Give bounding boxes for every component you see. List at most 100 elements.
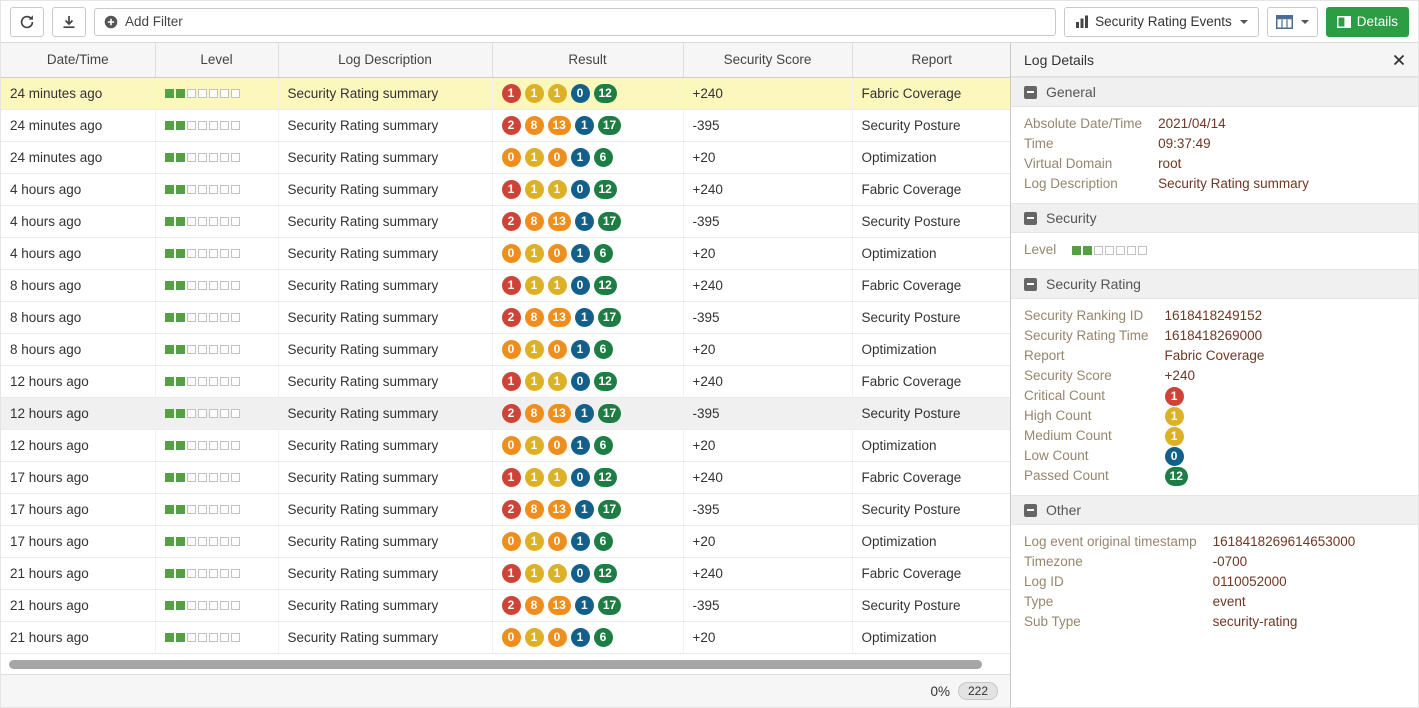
cell-level [155, 557, 278, 589]
table-row[interactable]: 4 hours agoSecurity Rating summary01016+… [1, 237, 1010, 269]
table-row[interactable]: 21 hours agoSecurity Rating summary28131… [1, 589, 1010, 621]
count-badge-red: 1 [502, 468, 521, 487]
table-row[interactable]: 17 hours agoSecurity Rating summary11101… [1, 461, 1010, 493]
cell-log-description: Security Rating summary [278, 461, 492, 493]
column-header-date-time[interactable]: Date/Time [1, 43, 155, 77]
horizontal-scrollbar[interactable] [9, 660, 982, 669]
level-segment [1127, 246, 1136, 255]
count-badge-red: 2 [502, 500, 521, 519]
table-row[interactable]: 12 hours agoSecurity Rating summary11101… [1, 365, 1010, 397]
level-segment [209, 345, 218, 354]
level-segment [231, 441, 240, 450]
table-row[interactable]: 17 hours agoSecurity Rating summary28131… [1, 493, 1010, 525]
level-segment [220, 89, 229, 98]
cell-security-score: -395 [683, 301, 852, 333]
count-badge-orange: 0 [502, 436, 521, 455]
cell-report: Optimization [852, 237, 1010, 269]
display-options-button[interactable] [1267, 7, 1318, 37]
count-badge-blue: 0 [1165, 447, 1184, 466]
table-row[interactable]: 12 hours agoSecurity Rating summary01016… [1, 429, 1010, 461]
table-row[interactable]: 4 hours agoSecurity Rating summary281311… [1, 205, 1010, 237]
level-indicator [165, 153, 240, 162]
level-indicator [165, 537, 240, 546]
level-segment [187, 409, 196, 418]
table-row[interactable]: 21 hours agoSecurity Rating summary11101… [1, 557, 1010, 589]
details-button[interactable]: Details [1326, 7, 1409, 37]
add-filter-input[interactable]: Add Filter [94, 8, 1056, 36]
count-badge-orange: 13 [548, 404, 571, 423]
cell-level [155, 141, 278, 173]
field-value: +240 [1165, 366, 1405, 386]
cell-result: 111012 [492, 557, 683, 589]
table-row[interactable]: 8 hours agoSecurity Rating summary01016+… [1, 333, 1010, 365]
level-segment [198, 569, 207, 578]
level-segment [165, 633, 174, 642]
table-row[interactable]: 24 minutes agoSecurity Rating summary010… [1, 141, 1010, 173]
add-filter-icon [104, 15, 118, 29]
table-row[interactable]: 12 hours agoSecurity Rating summary28131… [1, 397, 1010, 429]
level-segment [176, 505, 185, 514]
column-header-level[interactable]: Level [155, 43, 278, 77]
cell-log-description: Security Rating summary [278, 397, 492, 429]
section-header-other[interactable]: Other [1011, 495, 1418, 525]
count-badge-orange: 13 [548, 596, 571, 615]
table-row[interactable]: 8 hours agoSecurity Rating summary281311… [1, 301, 1010, 333]
count-badge-blue: 0 [571, 276, 590, 295]
level-segment [165, 217, 174, 226]
field-value: 1 [1165, 426, 1405, 446]
toolbar: Add Filter Security Rating Events Detail… [1, 1, 1418, 43]
level-segment [198, 89, 207, 98]
section-header-general[interactable]: General [1011, 77, 1418, 107]
column-header-security-score[interactable]: Security Score [683, 43, 852, 77]
table-row[interactable]: 24 minutes agoSecurity Rating summary281… [1, 109, 1010, 141]
count-badge-green: 12 [594, 564, 617, 583]
cell-datetime: 8 hours ago [1, 301, 155, 333]
cell-level [155, 173, 278, 205]
view-selector-button[interactable]: Security Rating Events [1064, 7, 1259, 37]
collapse-minus-icon[interactable] [1024, 212, 1037, 225]
cell-report: Optimization [852, 333, 1010, 365]
bar-chart-icon [1075, 15, 1089, 28]
collapse-minus-icon[interactable] [1024, 86, 1037, 99]
level-segment [176, 377, 185, 386]
field-label: Security Ranking ID [1024, 306, 1149, 326]
table-row[interactable]: 24 minutes agoSecurity Rating summary111… [1, 77, 1010, 109]
cell-report: Security Posture [852, 205, 1010, 237]
level-segment [220, 313, 229, 322]
collapse-minus-icon[interactable] [1024, 278, 1037, 291]
column-header-log-description[interactable]: Log Description [278, 43, 492, 77]
level-segment [209, 505, 218, 514]
field-value: 0 [1165, 446, 1405, 466]
cell-result: 111012 [492, 365, 683, 397]
section-header-security[interactable]: Security [1011, 203, 1418, 233]
count-badge-green: 12 [594, 180, 617, 199]
table-row[interactable]: 4 hours agoSecurity Rating summary111012… [1, 173, 1010, 205]
level-segment [220, 601, 229, 610]
cell-report: Security Posture [852, 493, 1010, 525]
table-row[interactable]: 21 hours agoSecurity Rating summary01016… [1, 621, 1010, 653]
collapse-minus-icon[interactable] [1024, 504, 1037, 517]
close-icon[interactable] [1393, 54, 1405, 66]
cell-datetime: 24 minutes ago [1, 109, 155, 141]
table-row[interactable]: 17 hours agoSecurity Rating summary01016… [1, 525, 1010, 557]
cell-report: Fabric Coverage [852, 269, 1010, 301]
count-badge-blue: 1 [575, 404, 594, 423]
column-header-result[interactable]: Result [492, 43, 683, 77]
level-segment [198, 249, 207, 258]
level-segment [187, 89, 196, 98]
refresh-button[interactable] [10, 7, 44, 37]
cell-report: Fabric Coverage [852, 77, 1010, 109]
cell-report: Fabric Coverage [852, 461, 1010, 493]
table-row[interactable]: 8 hours agoSecurity Rating summary111012… [1, 269, 1010, 301]
level-segment [187, 281, 196, 290]
column-header-report[interactable]: Report [852, 43, 1010, 77]
count-badge-blue: 1 [575, 308, 594, 327]
count-badge-yellow: 1 [525, 532, 544, 551]
cell-log-description: Security Rating summary [278, 333, 492, 365]
cell-security-score: +20 [683, 237, 852, 269]
download-button[interactable] [52, 7, 86, 37]
level-segment [1105, 246, 1114, 255]
section-header-security-rating[interactable]: Security Rating [1011, 269, 1418, 299]
log-table: Date/TimeLevelLog DescriptionResultSecur… [1, 43, 1010, 654]
count-badge-green: 6 [594, 532, 613, 551]
